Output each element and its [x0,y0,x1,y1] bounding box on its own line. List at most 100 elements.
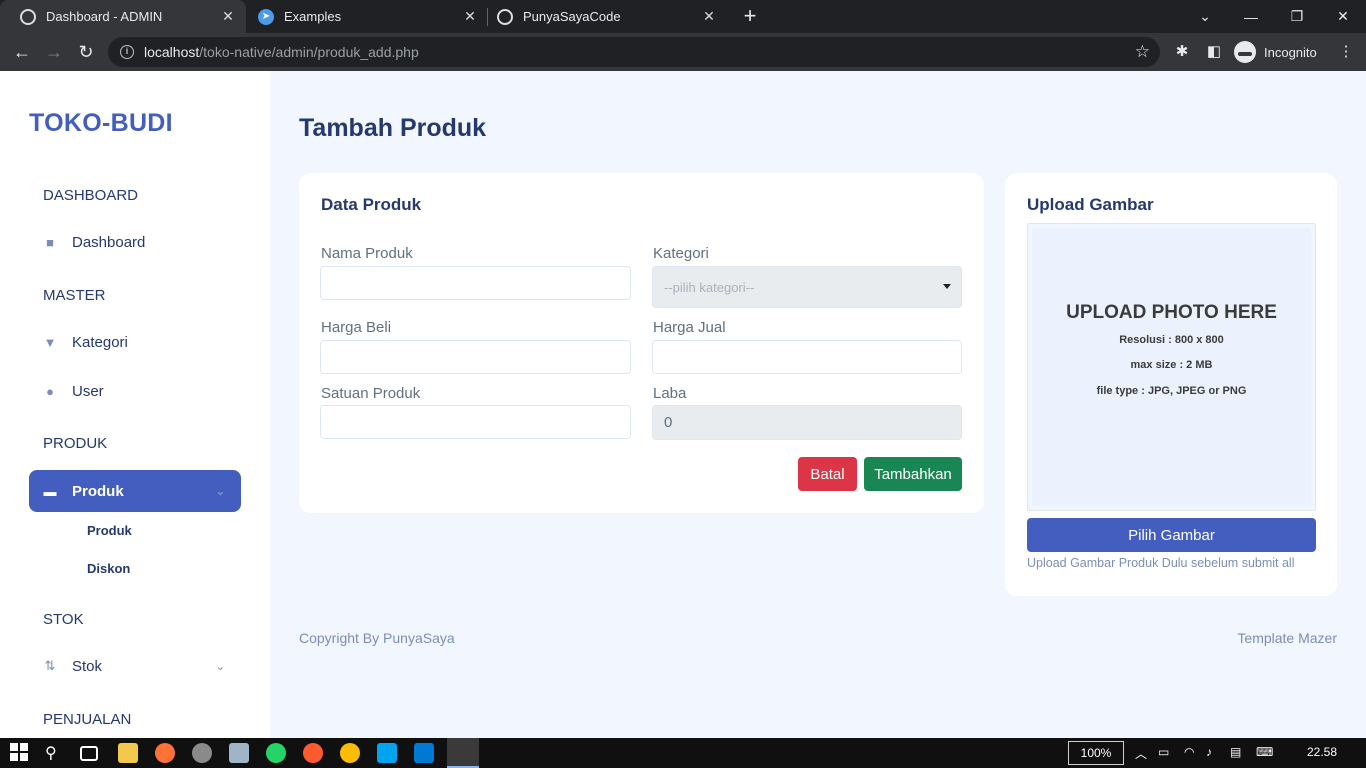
upload-gambar-title: Upload Gambar [1027,195,1154,214]
close-icon[interactable]: ✕ [699,8,719,25]
new-tab-button[interactable]: + [738,4,762,28]
sort-arrows-icon: ⇅ [44,658,56,673]
wifi-icon[interactable]: ◠ [1184,745,1194,759]
sidebar-item-label: User [72,382,104,400]
side-panel-icon[interactable]: ◧ [1204,42,1224,62]
footer-copyright: Copyright By PunyaSaya [299,630,455,646]
satuan-produk-label: Satuan Produk [321,385,421,402]
volume-icon[interactable]: ♪ [1206,745,1212,759]
sidebar-section-produk: PRODUK [43,435,108,452]
browser-tab-bar: Dashboard - ADMIN ✕ ➤ Examples ✕ PunyaSa… [0,0,1366,33]
sidebar-section-stok: STOK [43,611,84,628]
firefox-icon[interactable] [155,743,175,763]
app-icon[interactable] [192,743,212,763]
forward-button[interactable]: → [41,39,67,65]
image-preview: UPLOAD PHOTO HERE Resolusi : 800 x 800 m… [1027,223,1316,511]
vscode-icon[interactable] [414,743,434,763]
tab-dashboard-admin[interactable]: Dashboard - ADMIN ✕ [0,0,246,33]
sidebar-item-dashboard[interactable]: ■ Dashboard [29,221,241,263]
sidebar-section-penjualan: PENJUALAN [43,711,132,728]
windows-taskbar: ⚲ 100% ︿ ▭ ◠ ♪ ▤ ⌨ 22.58 [0,738,1366,768]
laba-field: 0 [652,405,962,440]
upload-max-size: max size : 2 MB [1130,359,1213,371]
data-produk-title: Data Produk [321,195,422,214]
app-icon[interactable] [377,743,397,763]
url-text: localhost/toko-native/admin/produk_add.p… [144,44,419,60]
sidebar: TOKO-BUDI DASHBOARD ■ Dashboard MASTER ▼… [0,71,270,738]
whatsapp-icon[interactable] [266,743,286,763]
info-icon[interactable]: i [120,45,134,59]
satuan-produk-input[interactable] [320,405,631,439]
browser-toolbar: ← → ↻ i localhost/toko-native/admin/prod… [0,33,1366,71]
tambahkan-button[interactable]: Tambahkan [864,457,962,491]
sidebar-subitem-diskon[interactable]: Diskon [87,561,130,576]
upload-file-type: file type : JPG, JPEG or PNG [1096,385,1247,397]
harga-beli-input[interactable] [320,340,631,374]
upload-hint: Upload Gambar Produk Dulu sebelum submit… [1027,556,1295,570]
task-view-icon[interactable] [80,746,98,761]
chrome-active-icon[interactable] [447,738,479,768]
postman-icon[interactable] [303,743,323,763]
brand-logo[interactable]: TOKO-BUDI [29,109,173,138]
reload-button[interactable]: ↻ [73,39,99,65]
tab-examples[interactable]: ➤ Examples ✕ [238,0,488,33]
close-icon[interactable]: ✕ [218,8,238,25]
close-window-button[interactable]: ✕ [1320,0,1366,33]
tab-punyasayacode[interactable]: PunyaSayaCode ✕ [477,0,727,33]
pilih-gambar-button[interactable]: Pilih Gambar [1027,518,1316,552]
sidebar-subitem-produk[interactable]: Produk [87,523,132,538]
zoom-level: 100% [1068,741,1124,765]
restore-button[interactable]: ❐ [1274,0,1320,33]
footer-template-credit[interactable]: Template Mazer [1237,630,1337,646]
sidebar-section-master: MASTER [43,287,106,304]
tab-search-button[interactable]: ⌄ [1182,0,1228,33]
back-button[interactable]: ← [9,39,35,65]
windows-start-icon[interactable] [10,743,30,763]
nama-produk-input[interactable] [320,266,631,300]
upload-heading: UPLOAD PHOTO HERE [1066,302,1277,323]
sidebar-item-produk[interactable]: ▬ Produk ⌄ [29,470,241,512]
kategori-select[interactable]: --pilih kategori-- [652,266,962,308]
sidebar-item-user[interactable]: ● User [29,370,241,412]
sidebar-item-kategori[interactable]: ▼ Kategori [29,321,241,363]
harga-beli-label: Harga Beli [321,319,392,336]
sidebar-item-label: Produk [72,482,124,500]
tab-title: PunyaSayaCode [523,9,621,24]
globe-icon [20,8,36,25]
minimize-button[interactable]: — [1228,0,1274,33]
bookmark-star-icon[interactable]: ☆ [1135,42,1150,62]
incognito-icon [1234,41,1256,63]
search-icon[interactable]: ⚲ [45,743,65,763]
caret-down-icon [943,284,951,289]
file-explorer-icon[interactable] [118,743,138,763]
tab-title: Examples [284,9,342,24]
clock-time[interactable]: 22.58 [1307,745,1337,759]
filter-icon: ▼ [43,334,57,350]
app-icon[interactable] [229,743,249,763]
tab-title: Dashboard - ADMIN [46,9,163,24]
sidebar-section-dashboard: DASHBOARD [43,187,139,204]
battery-icon[interactable]: ▭ [1158,745,1169,759]
chevron-down-icon: ⌄ [215,660,225,673]
keyboard-icon[interactable]: ⌨ [1256,745,1273,759]
harga-jual-label: Harga Jual [653,319,726,336]
notification-icon[interactable]: ▤ [1230,745,1241,759]
sidebar-item-label: Stok [72,657,103,675]
batal-button[interactable]: Batal [798,457,857,491]
menu-kebab-icon[interactable]: ⋮ [1336,42,1356,62]
address-bar[interactable]: i localhost/toko-native/admin/produk_add… [108,37,1160,67]
kategori-placeholder: --pilih kategori-- [664,279,755,295]
kategori-label: Kategori [653,245,709,262]
sidebar-item-stok[interactable]: ⇅ Stok ⌄ [29,645,241,687]
globe-icon [497,8,513,25]
image-preview-placeholder: UPLOAD PHOTO HERE Resolusi : 800 x 800 m… [1032,228,1311,506]
grid-icon: ■ [46,234,54,250]
profile-label: Incognito [1264,44,1317,60]
upload-resolution: Resolusi : 800 x 800 [1119,334,1224,346]
chrome-icon[interactable] [340,743,360,763]
extensions-icon[interactable]: ✱ [1172,42,1192,62]
chevron-up-icon[interactable]: ︿ [1135,745,1147,762]
harga-jual-input[interactable] [652,340,962,374]
incognito-profile[interactable]: Incognito [1234,40,1317,64]
sidebar-item-label: Dashboard [72,233,146,251]
